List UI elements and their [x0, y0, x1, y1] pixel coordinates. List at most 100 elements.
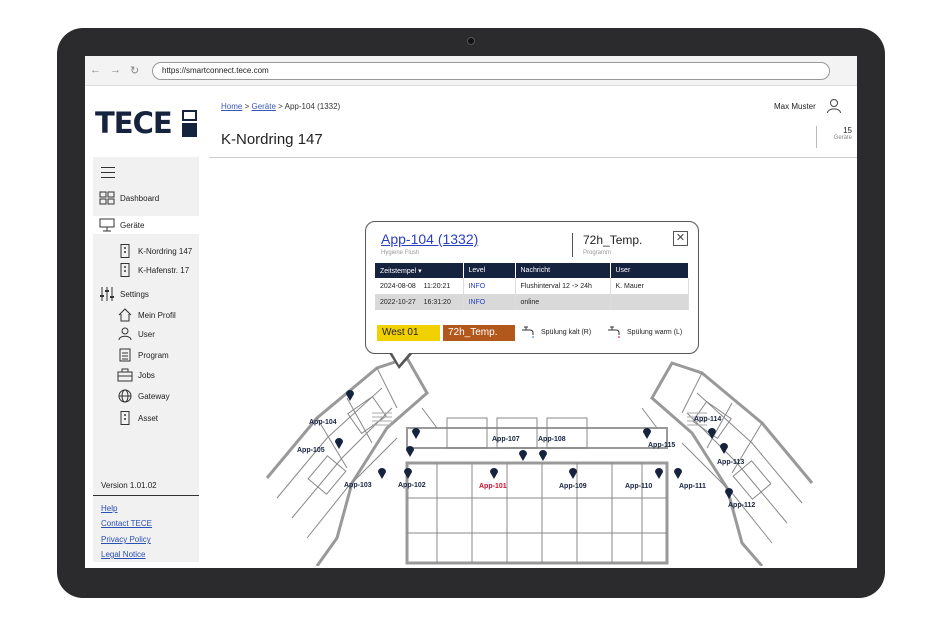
briefcase-icon	[117, 368, 133, 382]
map-pin-icon[interactable]	[377, 466, 387, 479]
map-pin-icon[interactable]	[654, 466, 664, 479]
map-pin-icon[interactable]	[724, 486, 734, 499]
tece-logo[interactable]: TECE	[95, 106, 199, 140]
device-icon	[120, 244, 130, 258]
sidebar-item-geraete[interactable]: Geräte	[93, 216, 199, 234]
apartment-label-115[interactable]: App-115	[648, 442, 675, 449]
apartment-label-101[interactable]: App-101	[479, 483, 507, 490]
sidebar-item-label: K-Hafenstr. 17	[138, 265, 190, 275]
map-pin-icon[interactable]	[518, 448, 528, 461]
column-header-user[interactable]: User	[610, 263, 689, 278]
sidebar-item-asset[interactable]: Asset	[117, 410, 158, 426]
apartment-label-113[interactable]: App-113	[717, 459, 744, 466]
map-pin-icon[interactable]	[719, 441, 729, 454]
home-icon	[118, 308, 132, 322]
breadcrumb-home[interactable]: Home	[221, 102, 242, 111]
close-icon[interactable]: ✕	[673, 231, 688, 246]
sidebar-item-label: Gateway	[138, 391, 170, 401]
menu-icon[interactable]	[101, 167, 115, 182]
user-cell: K. Mauer	[610, 278, 689, 294]
message-cell: Flushinterval 12 -> 24h	[515, 278, 611, 294]
popup-device-link[interactable]: App-104 (1332)	[381, 231, 478, 247]
level-cell: INFO	[463, 294, 516, 310]
sidebar-item-k-nordring[interactable]: K-Nordring 147	[117, 243, 192, 259]
apartment-label-110[interactable]: App-110	[625, 483, 652, 490]
apartment-label-107[interactable]: App-107	[492, 436, 520, 443]
timestamp-cell: 2022-10-27 16:31:20	[375, 294, 464, 310]
map-pin-icon[interactable]	[405, 444, 415, 457]
devices-icon	[99, 218, 115, 232]
help-link[interactable]: Help	[101, 504, 117, 513]
apartment-label-109[interactable]: App-109	[559, 483, 587, 490]
program-tag: 72h_Temp.	[443, 325, 515, 341]
sidebar-item-jobs[interactable]: Jobs	[117, 367, 155, 383]
user-cell	[610, 294, 689, 310]
sidebar-item-k-hafenstr[interactable]: K-Hafenstr. 17	[117, 262, 189, 278]
sidebar-item-label: User	[138, 329, 155, 339]
tablet-frame: ← → ↻ https://smartconnect.tece.com TECE…	[57, 28, 885, 598]
map-pin-icon[interactable]	[345, 388, 355, 401]
apartment-label-104[interactable]: App-104	[309, 419, 337, 426]
table-row[interactable]: 2024-08-08 11:20:21 INFO Flushinterval 1…	[375, 278, 689, 294]
page-title: K-Nordring 147	[221, 131, 323, 148]
table-row[interactable]: 2022-10-27 16:31:20 INFO online	[375, 294, 689, 310]
column-header-message[interactable]: Nachricht	[515, 263, 611, 278]
user-name[interactable]: Max Muster	[774, 102, 816, 111]
back-arrow-icon[interactable]: ←	[90, 64, 101, 76]
timestamp-cell: 2024-08-08 11:20:21	[375, 278, 464, 294]
device-popup: App-104 (1332) Hygiene Flush 72h_Temp. P…	[365, 221, 699, 369]
date-value: 2024-08-08	[380, 282, 416, 290]
apartment-label-108[interactable]: App-108	[538, 436, 566, 443]
device-icon	[120, 263, 130, 277]
column-header-level[interactable]: Level	[463, 263, 516, 278]
sidebar-item-settings[interactable]: Settings	[99, 286, 149, 302]
sidebar-item-label: Jobs	[138, 370, 155, 380]
popup-device-type: Hygiene Flush	[381, 250, 420, 256]
contact-link[interactable]: Contact TECE	[101, 519, 152, 528]
reload-icon[interactable]: ↻	[130, 64, 139, 77]
map-pin-icon[interactable]	[673, 466, 683, 479]
apartment-label-103[interactable]: App-103	[344, 482, 372, 489]
browser-toolbar: ← → ↻ https://smartconnect.tece.com	[85, 56, 857, 86]
address-bar[interactable]: https://smartconnect.tece.com	[152, 62, 830, 80]
map-pin-icon[interactable]	[403, 466, 413, 479]
popup-program-value: 72h_Temp.	[583, 233, 643, 247]
flush-cold-button[interactable]: Spülung kalt (R)	[521, 326, 591, 338]
sidebar-item-program[interactable]: Program	[117, 347, 169, 363]
privacy-link[interactable]: Privacy Policy	[101, 535, 151, 544]
time-value: 11:20:21	[423, 282, 451, 290]
apartment-label-111[interactable]: App-111	[679, 483, 706, 490]
map-pin-icon[interactable]	[642, 426, 652, 439]
message-cell: online	[515, 294, 611, 310]
apartment-label-102[interactable]: App-102	[398, 482, 426, 489]
breadcrumb: Home > Geräte > App-104 (1332)	[221, 102, 340, 111]
logo-mark-icon	[182, 110, 197, 137]
flush-warm-button[interactable]: Spülung warm (L)	[607, 326, 682, 338]
map-pin-icon[interactable]	[489, 466, 499, 479]
sidebar-item-label: Program	[138, 350, 169, 360]
sidebar-item-gateway[interactable]: Gateway	[117, 388, 170, 404]
map-pin-icon[interactable]	[334, 436, 344, 449]
column-header-timestamp[interactable]: Zeitstempel ▾	[375, 263, 464, 278]
sidebar-item-mein-profil[interactable]: Mein Profil	[117, 307, 176, 323]
user-icon	[118, 327, 132, 341]
user-icon[interactable]	[826, 98, 842, 114]
clipboard-icon	[119, 348, 131, 362]
breadcrumb-devices[interactable]: Geräte	[251, 102, 275, 111]
apartment-label-105[interactable]: App-105	[297, 447, 325, 454]
forward-arrow-icon[interactable]: →	[110, 64, 121, 76]
apartment-label-114[interactable]: App-114	[694, 416, 721, 423]
sidebar-item-label: K-Nordring 147	[138, 246, 193, 256]
map-pin-icon[interactable]	[411, 426, 421, 439]
map-pin-icon[interactable]	[538, 448, 548, 461]
map-pin-icon[interactable]	[707, 426, 717, 439]
map-pin-icon[interactable]	[568, 466, 578, 479]
breadcrumb-current: > App-104 (1332)	[275, 102, 341, 111]
faucet-icon	[608, 326, 620, 338]
sidebar-item-user[interactable]: User	[117, 326, 155, 342]
sidebar-item-dashboard[interactable]: Dashboard	[99, 190, 199, 206]
version-text: Version 1.01.02	[101, 481, 157, 490]
device-count-label: Geräte	[833, 135, 852, 141]
legal-link[interactable]: Legal Notice	[101, 550, 145, 559]
apartment-label-112[interactable]: App-112	[728, 502, 755, 509]
